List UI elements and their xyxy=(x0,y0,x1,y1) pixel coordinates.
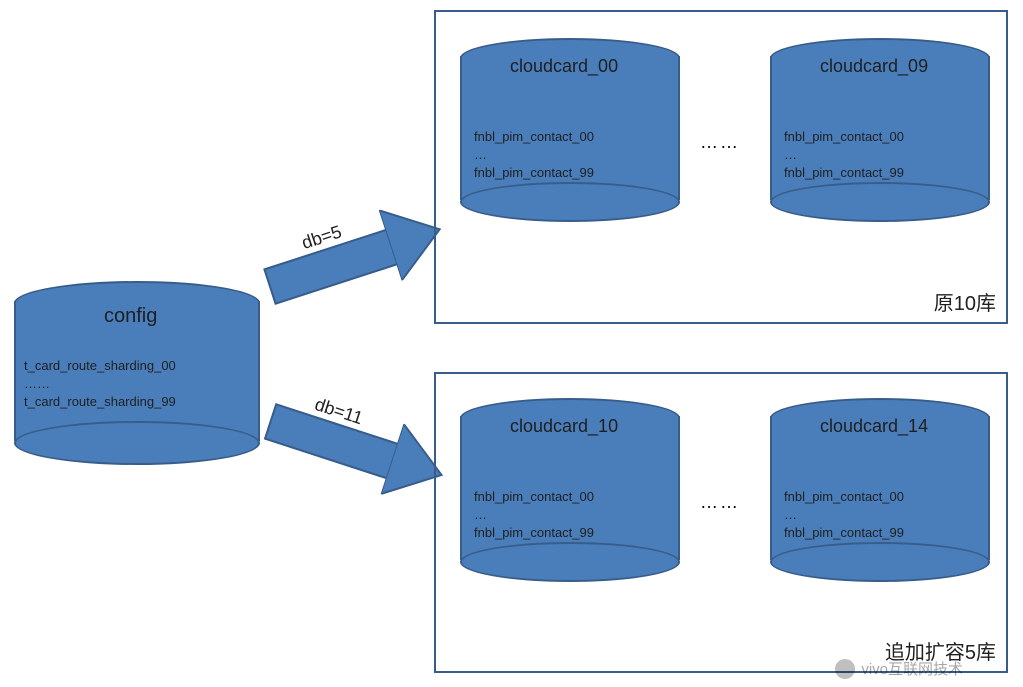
dots-top: …… xyxy=(700,132,740,153)
config-table-first: t_card_route_sharding_00 xyxy=(24,357,176,375)
cloudcard-14-t1: fnbl_pim_contact_00 xyxy=(784,488,904,506)
cloudcard-14-cylinder: cloudcard_14 fnbl_pim_contact_00 … fnbl_… xyxy=(770,398,990,578)
cloudcard-00-t1: fnbl_pim_contact_00 xyxy=(474,128,594,146)
cloudcard-00-cylinder: cloudcard_00 fnbl_pim_contact_00 … fnbl_… xyxy=(460,38,680,218)
cloudcard-14-t2: fnbl_pim_contact_99 xyxy=(784,524,904,542)
cloudcard-09-title: cloudcard_09 xyxy=(820,56,928,77)
cloudcard-09-t2: fnbl_pim_contact_99 xyxy=(784,164,904,182)
cloudcard-14-title: cloudcard_14 xyxy=(820,416,928,437)
cloudcard-09-el: … xyxy=(784,146,797,164)
config-db-cylinder: config t_card_route_sharding_00 …… t_car… xyxy=(14,281,260,461)
cloudcard-10-cylinder: cloudcard_10 fnbl_pim_contact_00 … fnbl_… xyxy=(460,398,680,578)
arrow-db11: db=11 xyxy=(254,375,456,526)
config-title: config xyxy=(104,305,157,328)
cloudcard-10-t2: fnbl_pim_contact_99 xyxy=(474,524,594,542)
cloudcard-09-t1: fnbl_pim_contact_00 xyxy=(784,128,904,146)
cloudcard-10-el: … xyxy=(474,506,487,524)
cloudcard-00-title: cloudcard_00 xyxy=(510,56,618,77)
group-original-10-label: 原10库 xyxy=(934,287,996,316)
watermark: vivo互联网技术 xyxy=(835,658,963,679)
cloudcard-00-t2: fnbl_pim_contact_99 xyxy=(474,164,594,182)
config-ellipsis: …… xyxy=(24,375,50,393)
cloudcard-10-t1: fnbl_pim_contact_00 xyxy=(474,488,594,506)
wechat-icon xyxy=(835,659,855,679)
cloudcard-09-cylinder: cloudcard_09 fnbl_pim_contact_00 … fnbl_… xyxy=(770,38,990,218)
arrow-db5: db=5 xyxy=(254,185,456,336)
cloudcard-10-title: cloudcard_10 xyxy=(510,416,618,437)
cloudcard-14-el: … xyxy=(784,506,797,524)
cloudcard-00-el: … xyxy=(474,146,487,164)
watermark-text: vivo互联网技术 xyxy=(861,658,963,679)
dots-bottom: …… xyxy=(700,492,740,513)
config-table-last: t_card_route_sharding_99 xyxy=(24,393,176,411)
